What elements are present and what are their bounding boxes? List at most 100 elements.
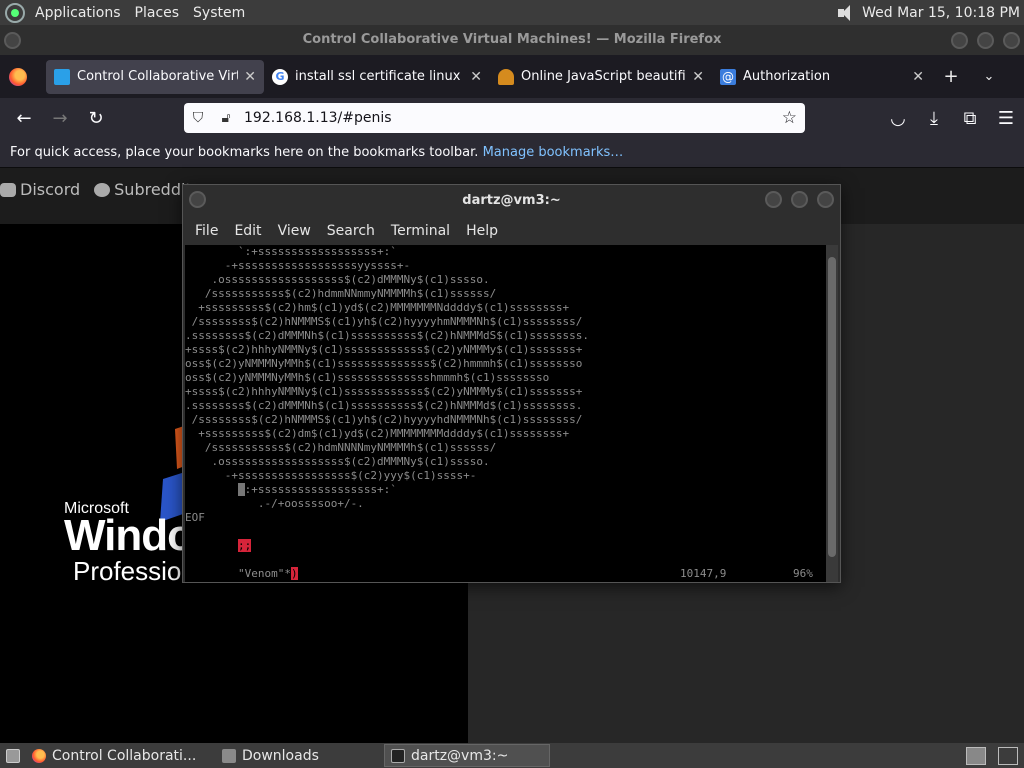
- reload-button[interactable]: ↻: [78, 102, 114, 134]
- taskbar-label: Control Collaborati...: [52, 747, 197, 764]
- workspace-2[interactable]: [998, 746, 1018, 765]
- menu-help[interactable]: Help: [458, 223, 506, 239]
- tab-title: install ssl certificate linux - G: [295, 69, 464, 84]
- downloads-icon[interactable]: ⤓: [916, 102, 952, 134]
- url-text[interactable]: 192.168.1.13/#penis: [244, 110, 392, 126]
- terminal-line: `:+ssssssssssssssssss+:`: [185, 245, 397, 258]
- terminal-minimize-button[interactable]: [765, 191, 782, 208]
- edition-label: Professio: [73, 556, 182, 586]
- clock[interactable]: Wed Mar 15, 10:18 PM: [862, 5, 1020, 21]
- menu-applications[interactable]: Applications: [28, 5, 128, 21]
- menu-system[interactable]: System: [186, 5, 252, 21]
- extensions-icon[interactable]: ⧉: [952, 102, 988, 134]
- url-bar[interactable]: ⛉ 🔓︎ 192.168.1.13/#penis ☆: [184, 103, 805, 133]
- pocket-icon[interactable]: ◡: [880, 102, 916, 134]
- at-sign-icon: @: [720, 68, 736, 85]
- terminal-icon: [391, 748, 405, 763]
- menu-view[interactable]: View: [270, 223, 319, 239]
- terminal-line: .ossssssssssssssssss$(c2)dMMMNy$(c1)ssss…: [185, 273, 490, 286]
- workspace-1[interactable]: [966, 746, 986, 765]
- terminal-scrollbar[interactable]: [826, 245, 838, 582]
- minimize-button[interactable]: [951, 32, 968, 49]
- discord-label: Discord: [20, 180, 81, 199]
- terminal-line: .-/+oossssoo+/-.: [185, 497, 364, 510]
- distro-logo-icon[interactable]: [5, 2, 25, 23]
- tab-title: Authorization: [743, 69, 831, 84]
- menu-file[interactable]: File: [187, 223, 226, 239]
- terminal-line-eof: EOF: [185, 511, 205, 524]
- close-tab-icon[interactable]: ✕: [470, 69, 482, 85]
- terminal-window[interactable]: dartz@vm3:~ File Edit View Search Termin…: [182, 184, 841, 583]
- menu-edit[interactable]: Edit: [226, 223, 269, 239]
- terminal-line: +sssssssss$(c2)dm$(c1)yd$(c2)MMMMMMMMddd…: [185, 427, 570, 440]
- tab-js-beautifier[interactable]: Online JavaScript beautifier ✕: [490, 60, 712, 94]
- taskbar-item-terminal[interactable]: dartz@vm3:~: [384, 744, 550, 767]
- taskbar-item-downloads[interactable]: Downloads: [216, 744, 384, 767]
- js-beautifier-icon: [498, 68, 514, 85]
- forward-button[interactable]: →: [42, 102, 78, 134]
- bookmarks-toolbar: For quick access, place your bookmarks h…: [0, 138, 1024, 168]
- reddit-icon: [94, 182, 111, 197]
- terminal-titlebar[interactable]: dartz@vm3:~: [183, 185, 840, 217]
- taskbar-item-firefox[interactable]: Control Collaborati...: [26, 744, 216, 767]
- tab-install-ssl[interactable]: G install ssl certificate linux - G ✕: [264, 60, 490, 94]
- subreddit-link[interactable]: Subreddit: [94, 180, 192, 199]
- bookmarks-hint: For quick access, place your bookmarks h…: [10, 145, 479, 160]
- maximize-button[interactable]: [977, 32, 994, 49]
- tracking-protection-icon[interactable]: ⛉: [184, 110, 212, 126]
- close-tab-icon[interactable]: ✕: [692, 69, 704, 85]
- firefox-titlebar: Control Collaborative Virtual Machines! …: [0, 25, 1024, 55]
- manage-bookmarks-link[interactable]: Manage bookmarks…: [483, 145, 624, 160]
- menu-terminal[interactable]: Terminal: [383, 223, 458, 239]
- discord-icon: [0, 182, 16, 197]
- close-tab-icon[interactable]: ✕: [912, 69, 924, 85]
- terminal-line: :+ssssssssssssssssss+:`: [185, 483, 828, 497]
- terminal-line: oss$(c2)yNMMMNyMMh$(c1)sssssssssssssshmm…: [185, 371, 550, 384]
- folder-icon: [222, 748, 236, 763]
- terminal-output[interactable]: `:+ssssssssssssssssss+:` -+sssssssssssss…: [185, 245, 828, 582]
- bookmark-star-icon[interactable]: ☆: [782, 108, 797, 128]
- windows-label: Windo: [64, 511, 194, 560]
- tab-authorization[interactable]: @ Authorization ✕: [712, 60, 932, 94]
- firefox-icon: [32, 748, 46, 763]
- terminal-line: .ssssssss$(c2)dMMMNh$(c1)ssssssssss$(c2)…: [185, 329, 589, 342]
- terminal-line: /sssssssssss$(c2)hdmmNNmmyNMMMMh$(c1)sss…: [185, 287, 497, 300]
- cursor-line-text: :+ssssssssssssssssss+:`: [244, 483, 397, 496]
- scrollbar-thumb[interactable]: [828, 257, 836, 557]
- terminal-maximize-button[interactable]: [791, 191, 808, 208]
- close-tab-icon[interactable]: ✕: [244, 69, 256, 85]
- text-cursor: [237, 483, 245, 496]
- close-button[interactable]: [1003, 32, 1020, 49]
- google-icon: G: [272, 68, 288, 85]
- terminal-line: +ssss$(c2)hhhyNMMNy$(c1)ssssssssssss$(c2…: [185, 385, 583, 398]
- subreddit-label: Subreddit: [114, 180, 192, 199]
- new-tab-button[interactable]: +: [932, 60, 970, 94]
- firefox-view-icon[interactable]: [0, 55, 36, 98]
- terminal-line: .ssssssss$(c2)dMMMNh$(c1)ssssssssss$(c2)…: [185, 399, 583, 412]
- tab-control-collaborative[interactable]: Control Collaborative Virtual ✕: [46, 59, 264, 94]
- terminal-line: +ssss$(c2)hhhyNMMNy$(c1)ssssssssssss$(c2…: [185, 343, 583, 356]
- window-menu-button[interactable]: [4, 32, 21, 49]
- cursor-position: 10147,9: [680, 567, 727, 580]
- show-desktop-button[interactable]: [0, 744, 26, 767]
- volume-icon[interactable]: [836, 4, 854, 22]
- terminal-line: .ossssssssssssssssss$(c2)dMMMNy$(c1)ssss…: [185, 455, 490, 468]
- hamburger-menu-icon[interactable]: ☰: [988, 102, 1024, 134]
- terminal-line: ;;: [185, 539, 828, 553]
- terminal-window-menu-button[interactable]: [189, 191, 206, 208]
- terminal-line: +sssssssss$(c2)hm$(c1)yd$(c2)MMMMMMMNddd…: [185, 301, 570, 314]
- connection-info-icon[interactable]: 🔓︎: [212, 110, 240, 126]
- scroll-percent: 96%: [793, 567, 813, 580]
- terminal-line: -+ssssssssssssssssssyyssss+-: [185, 259, 411, 272]
- back-button[interactable]: ←: [6, 102, 42, 134]
- error-highlight: ;;: [237, 539, 252, 552]
- list-all-tabs-button[interactable]: ⌄: [970, 60, 1008, 94]
- menu-search[interactable]: Search: [319, 223, 383, 239]
- menu-places[interactable]: Places: [128, 5, 187, 21]
- page-nav: Discord Subreddit: [0, 180, 192, 199]
- taskbar-label: Downloads: [242, 747, 319, 764]
- terminal-line: /ssssssss$(c2)hNMMMS$(c1)yh$(c2)hyyyyhdN…: [185, 413, 583, 426]
- terminal-close-button[interactable]: [817, 191, 834, 208]
- discord-link[interactable]: Discord: [0, 180, 80, 199]
